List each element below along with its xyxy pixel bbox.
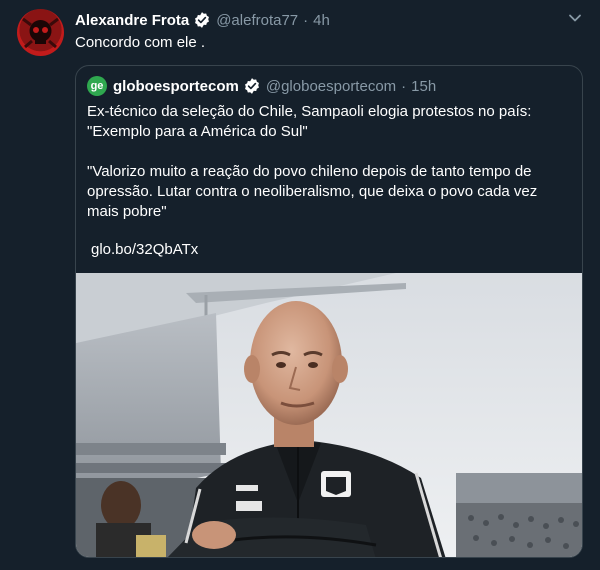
chevron-down-icon[interactable] <box>567 10 583 26</box>
quoted-tweet-text: Ex-técnico da seleção do Chile, Sampaoli… <box>87 102 567 222</box>
skull-avatar-art <box>22 17 59 49</box>
quoted-quote-line: "Valorizo muito a reação do povo chileno… <box>87 163 532 180</box>
quoted-quote-line: mais pobre" <box>87 203 167 220</box>
author-handle[interactable]: @alefrota77 <box>216 12 298 29</box>
quoted-tweet-header: ge globoesportecom @globoesportecom · 15… <box>87 76 436 96</box>
tweet-text: Concordo com ele . <box>75 34 206 51</box>
author-name[interactable]: Alexandre Frota <box>75 12 189 29</box>
quoted-headline-line: Ex-técnico da seleção do Chile, Sampaoli… <box>87 103 532 120</box>
quoted-header-separator: · <box>401 77 407 95</box>
stadium-coach-photo <box>76 273 582 557</box>
tweet-header: Alexandre Frota @alefrota77 · 4h <box>75 9 330 31</box>
quoted-link[interactable]: glo.bo/32QbATx <box>91 240 198 260</box>
header-separator: · <box>303 11 309 29</box>
tweet-timestamp[interactable]: 4h <box>313 12 330 29</box>
quoted-quote-line: opressão. Lutar contra o neoliberalismo,… <box>87 183 538 200</box>
quoted-tweet[interactable]: ge globoesportecom @globoesportecom · 15… <box>75 65 583 558</box>
quoted-tweet-timestamp: 15h <box>411 77 437 95</box>
author-avatar[interactable] <box>17 9 64 56</box>
quoted-author-avatar: ge <box>87 76 107 96</box>
quoted-tweet-photo[interactable] <box>76 273 582 557</box>
quoted-headline-line: "Exemplo para a América do Sul" <box>87 123 308 140</box>
tweet[interactable]: Alexandre Frota @alefrota77 · 4h Concord… <box>0 0 600 570</box>
quoted-author-handle: @globoesportecom <box>265 77 397 95</box>
quoted-author-name: globoesportecom <box>113 77 239 95</box>
verified-badge-icon <box>193 11 211 29</box>
verified-badge-icon <box>243 77 261 95</box>
